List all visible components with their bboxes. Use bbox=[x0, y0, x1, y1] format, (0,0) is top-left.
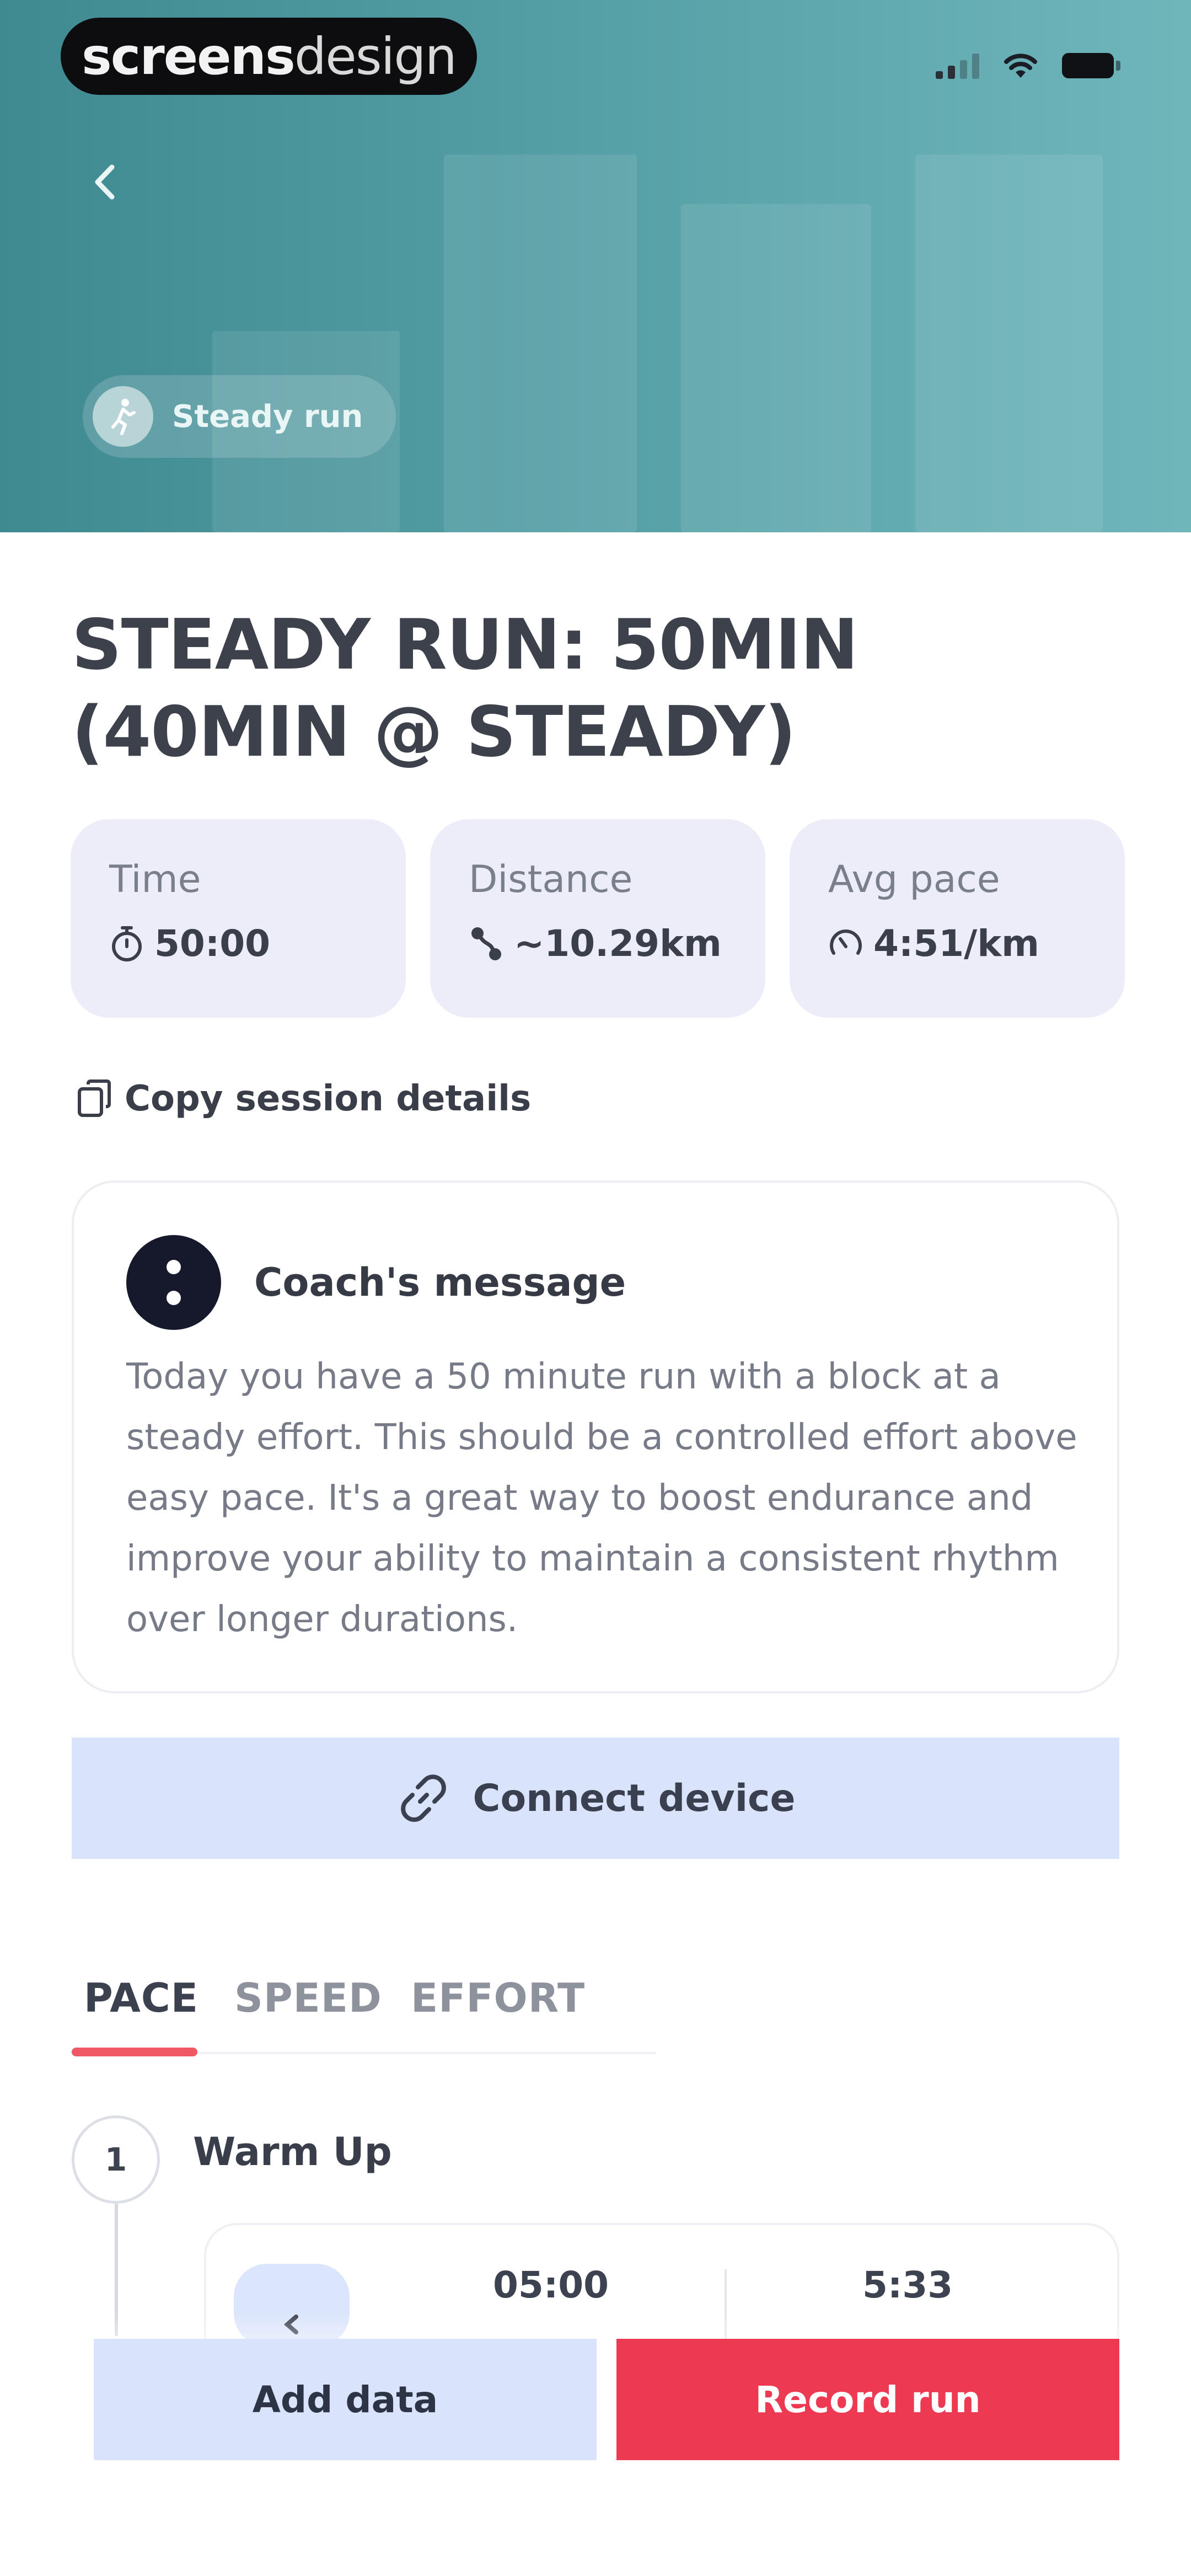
page-title: STEADY RUN: 50MIN (40MIN @ STEADY) bbox=[72, 604, 859, 772]
brand-logo-thin: design bbox=[294, 26, 457, 86]
hero-decor bbox=[915, 154, 1103, 532]
stat-value: 50:00 bbox=[109, 922, 406, 965]
coach-header: Coach's message bbox=[126, 1235, 1062, 1330]
record-run-button[interactable]: Record run bbox=[616, 2339, 1119, 2460]
hero-decor bbox=[444, 154, 637, 532]
brand-logo-bold: screens bbox=[82, 26, 296, 86]
tab-pace[interactable]: PACE bbox=[84, 1975, 198, 2021]
session-type-chip: Steady run bbox=[83, 375, 396, 458]
stat-time-value: 50:00 bbox=[154, 922, 271, 965]
coach-message-card: Coach's message Today you have a 50 minu… bbox=[72, 1180, 1119, 1693]
stat-value: ~10.29km bbox=[469, 922, 765, 965]
step-title: Warm Up bbox=[193, 2129, 392, 2174]
route-icon bbox=[471, 927, 501, 960]
hero-decor bbox=[681, 204, 871, 532]
back-button[interactable] bbox=[83, 160, 127, 204]
runner-icon bbox=[93, 386, 153, 447]
connect-device-button[interactable]: Connect device bbox=[72, 1738, 1119, 1859]
brand-logo: screens design bbox=[61, 18, 477, 95]
stat-card-time: Time 50:00 bbox=[71, 819, 406, 1018]
stat-label: Avg pace bbox=[828, 858, 1000, 901]
stat-card-pace: Avg pace 4:51/km bbox=[790, 819, 1125, 1018]
step-pace: 5:33 bbox=[862, 2264, 953, 2306]
copy-session-button[interactable]: Copy session details bbox=[77, 1078, 531, 1119]
tab-active-indicator bbox=[72, 2048, 197, 2056]
session-stats: Time 50:00 Distance ~10.29km Avg pace 4:… bbox=[71, 819, 1125, 1018]
stat-pace-value: 4:51/km bbox=[873, 922, 1039, 965]
stat-label: Distance bbox=[469, 858, 633, 901]
battery-icon bbox=[1062, 53, 1120, 78]
coach-message-text: Today you have a 50 minute run with a bl… bbox=[126, 1356, 1077, 1640]
connect-device-label: Connect device bbox=[473, 1776, 796, 1820]
copy-icon bbox=[78, 1079, 111, 1117]
stat-card-distance: Distance ~10.29km bbox=[430, 819, 765, 1018]
stat-value: 4:51/km bbox=[828, 922, 1125, 965]
coach-avatar bbox=[126, 1235, 221, 1330]
cellular-signal-icon bbox=[936, 52, 979, 79]
hero-banner: screens design Steady run bbox=[0, 0, 1191, 532]
metric-tabs: PACE SPEED EFFORT bbox=[72, 1958, 656, 2057]
add-data-button[interactable]: Add data bbox=[94, 2339, 597, 2460]
tab-effort[interactable]: EFFORT bbox=[411, 1975, 585, 2021]
stat-label: Time bbox=[109, 858, 201, 901]
stat-distance-value: ~10.29km bbox=[514, 922, 722, 965]
stopwatch-icon bbox=[112, 926, 142, 961]
link-icon bbox=[400, 1775, 446, 1822]
chevron-left-icon bbox=[95, 164, 115, 200]
status-bar bbox=[936, 52, 1120, 79]
wifi-icon bbox=[1004, 54, 1037, 78]
speedometer-icon bbox=[830, 929, 862, 955]
step-duration: 05:00 bbox=[493, 2264, 609, 2306]
step-number: 1 bbox=[72, 2115, 160, 2204]
coach-title: Coach's message bbox=[254, 1260, 626, 1305]
session-type-label: Steady run bbox=[172, 398, 363, 435]
tab-speed[interactable]: SPEED bbox=[234, 1975, 382, 2021]
copy-session-label: Copy session details bbox=[125, 1078, 532, 1119]
